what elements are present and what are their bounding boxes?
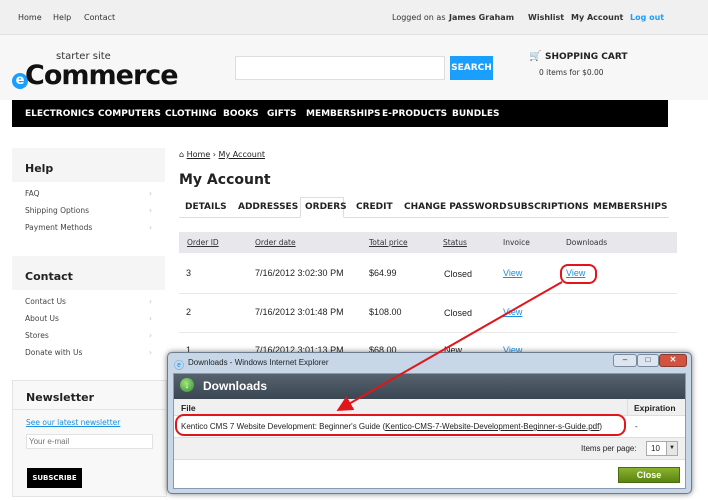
annotation-arrow — [336, 281, 563, 411]
annotation-overlay — [175, 264, 626, 436]
highlight-view-link — [560, 264, 597, 284]
highlight-download-file — [175, 414, 626, 436]
